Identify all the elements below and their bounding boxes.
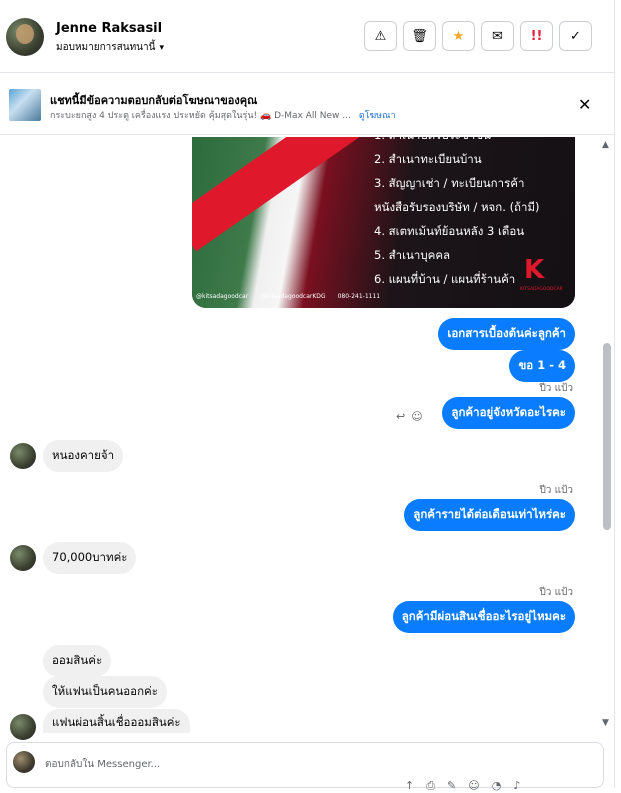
- message-bubble-incoming[interactable]: ให้แฟนเป็นคนออกค่ะ: [43, 676, 167, 708]
- follow-up-button[interactable]: !!: [520, 21, 553, 51]
- poster-list-item: 4. สเตทเม้นท์ย้อนหลัง 3 เดือน: [374, 224, 525, 238]
- poster-phone: 080-241-1111: [337, 293, 381, 300]
- check-icon: ✓: [570, 28, 581, 44]
- seen-indicator: ปีว แป้ว: [539, 383, 573, 394]
- action-toolbar: ⚠ 🗑 ★ ✉ !! ✓: [364, 21, 592, 51]
- view-ad-link[interactable]: ดูโฆษณา: [359, 111, 396, 121]
- poster-footer: @kitsadagoodcar @kitsadagoodcarKDG 080-2…: [196, 293, 526, 300]
- sender-avatar[interactable]: [10, 443, 36, 469]
- logo-text: KITSADAGOODCAR: [520, 287, 563, 292]
- emoji-reaction-icon[interactable]: ☺: [411, 410, 422, 423]
- message-bubble-incoming[interactable]: ออมสินค่ะ: [43, 645, 112, 677]
- seen-indicator: ปีว แป้ว: [539, 587, 573, 598]
- sender-avatar[interactable]: [10, 545, 36, 571]
- message-composer[interactable]: ตอบกลับใน Messenger... ↑ ⎙ ✎ ☺ ◔ ♪: [6, 742, 604, 792]
- message-bubble-outgoing[interactable]: เอกสารเบื้องต้นค่ะลูกค้า: [438, 318, 575, 350]
- message-bubble-incoming[interactable]: 70,000บาทค่ะ: [43, 542, 137, 574]
- ad-thumbnail[interactable]: [9, 89, 41, 121]
- star-icon: ★: [452, 28, 465, 44]
- ad-banner-title: แชทนี้มีข้อความตอบกลับต่อโฆษณาของคุณ: [50, 94, 258, 107]
- delete-button[interactable]: 🗑: [403, 21, 436, 51]
- contact-name[interactable]: Jenne Raksasil: [56, 21, 162, 36]
- trash-icon: 🗑: [411, 28, 428, 44]
- conversation-header: Jenne Raksasil มอบหมายการสนทนานี้ ▾ ⚠ 🗑 …: [0, 0, 614, 73]
- message-bubble-outgoing[interactable]: ลูกค้ามีผ่อนสินเชื่ออะไรอยู่ไหมคะ: [392, 601, 575, 633]
- scroll-up-icon[interactable]: ▲: [602, 140, 609, 150]
- reply-icon[interactable]: ↩: [396, 410, 405, 423]
- close-icon[interactable]: ✕: [578, 95, 591, 114]
- reply-input[interactable]: ตอบกลับใน Messenger...: [45, 757, 160, 772]
- document-checklist-image[interactable]: 1. สำเนาบัตรประชาชน 2. สำเนาทะเบียนบ้าน …: [192, 137, 575, 308]
- composer-toolbar: ↑ ⎙ ✎ ☺ ◔ ♪: [405, 779, 520, 793]
- poster-list-item: หนังสือรับรองบริษัท / หจก. (ถ้ามี): [374, 200, 540, 214]
- message-bubble-outgoing[interactable]: ขอ 1 - 4: [509, 350, 575, 382]
- scroll-down-icon[interactable]: ▼: [602, 718, 609, 728]
- chevron-down-icon: ▾: [159, 42, 164, 53]
- envelope-open-icon: ✉: [492, 28, 503, 44]
- brand-logo: K KITSADAGOODCAR: [520, 255, 564, 292]
- assign-label: มอบหมายการสนทนานี้: [56, 42, 156, 53]
- emoji-icon[interactable]: ☺: [468, 779, 479, 793]
- sender-avatar[interactable]: [10, 714, 36, 740]
- poster-list-item: 3. สัญญาเช่า / ทะเบียนการค้า: [374, 176, 525, 190]
- poster-list-item: 2. สำเนาทะเบียนบ้าน: [374, 152, 482, 166]
- seen-indicator: ปีว แป้ว: [539, 485, 573, 496]
- poster-facebook-handle: @kitsadagoodcarKDG: [260, 293, 326, 300]
- page-avatar: [13, 751, 35, 773]
- ad-banner-subtitle: กระบะยกสูง 4 ประตู เครื่องแรง ประหยัด คุ…: [50, 108, 396, 122]
- message-bubble-outgoing[interactable]: ลูกค้ารายได้ต่อเดือนเท่าไหร่คะ: [404, 499, 575, 531]
- exclamation-icon: !!: [530, 28, 543, 44]
- sticker-icon[interactable]: ◔: [492, 779, 502, 793]
- saved-reply-icon[interactable]: ⎙: [426, 779, 435, 793]
- spam-button[interactable]: ⚠: [364, 21, 397, 51]
- upload-icon[interactable]: ↑: [405, 779, 414, 793]
- poster-list-item: 1. สำเนาบัตรประชาชน: [374, 137, 574, 147]
- done-button[interactable]: ✓: [559, 21, 592, 51]
- panel-divider: [614, 0, 615, 788]
- ad-reply-banner: แชทนี้มีข้อความตอบกลับต่อโฆษณาของคุณ กระ…: [0, 73, 614, 135]
- contact-avatar[interactable]: [6, 18, 44, 56]
- scrollbar-thumb[interactable]: [603, 343, 611, 530]
- poster-line-handle: @kitsadagoodcar: [196, 293, 249, 300]
- warning-icon: ⚠: [374, 28, 387, 44]
- scrollbar[interactable]: ▲ ▼: [600, 140, 614, 732]
- logo-mark: K: [524, 255, 545, 285]
- ad-description: กระบะยกสูง 4 ประตู เครื่องแรง ประหยัด คุ…: [50, 111, 351, 121]
- message-bubble-outgoing[interactable]: ลูกค้าอยู่จังหวัดอะไรคะ: [442, 397, 575, 429]
- message-actions: ↩ ☺: [396, 410, 423, 423]
- message-bubble-incoming[interactable]: หนองคายจ้า: [43, 440, 124, 472]
- assign-conversation-dropdown[interactable]: มอบหมายการสนทนานี้ ▾: [56, 40, 164, 55]
- message-bubble-incoming[interactable]: แฟนผ่อนสิ้นเชื่อออมสินค่ะ: [43, 709, 190, 733]
- star-button[interactable]: ★: [442, 21, 475, 51]
- audio-icon[interactable]: ♪: [513, 779, 520, 793]
- mark-unread-button[interactable]: ✉: [481, 21, 514, 51]
- edit-icon[interactable]: ✎: [447, 779, 456, 793]
